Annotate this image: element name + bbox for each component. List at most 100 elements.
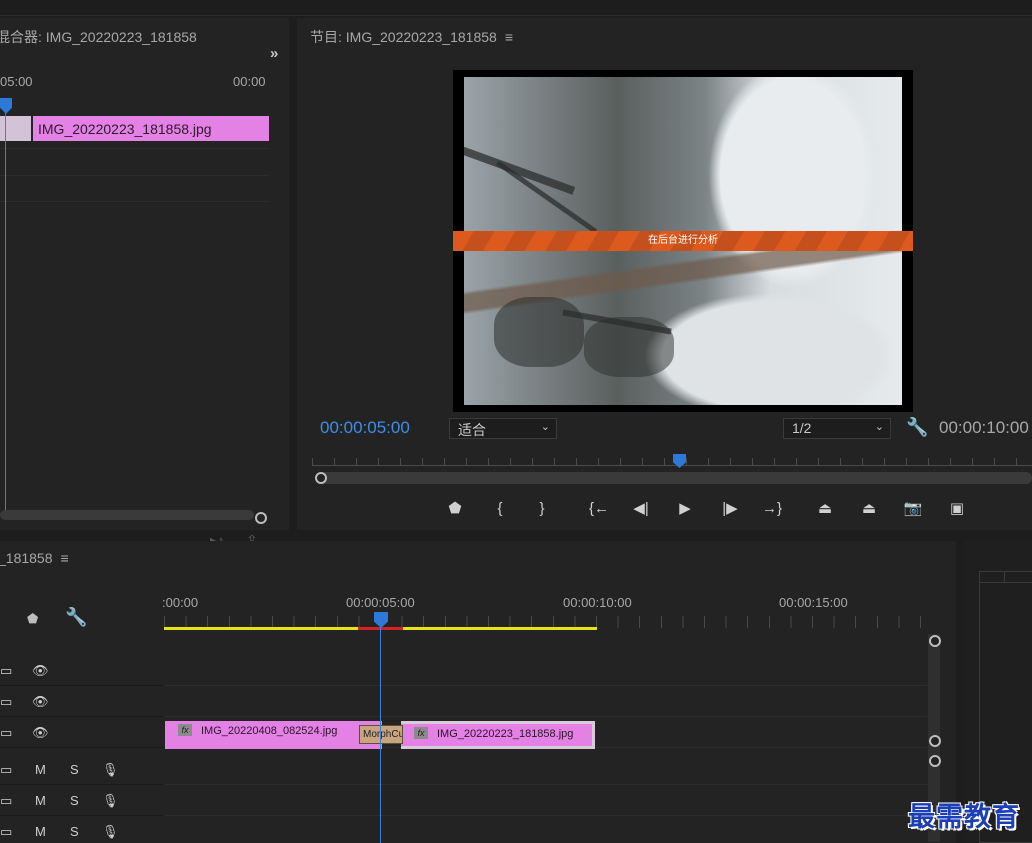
panel-title[interactable]: 节目: IMG_20220223_181858 ≡ [310, 20, 513, 54]
film-icon[interactable]: ▭ [0, 725, 12, 741]
mute-button[interactable]: M [35, 762, 46, 777]
wrench-icon[interactable]: 🔧 [65, 607, 87, 628]
eye-icon[interactable]: 👁 [32, 725, 49, 741]
film-icon[interactable]: ▭ [0, 793, 12, 809]
panel-menu-icon[interactable]: ≡ [505, 29, 513, 45]
microphone-icon[interactable]: 🎙 [102, 793, 119, 809]
divider [0, 175, 269, 176]
mute-button[interactable]: M [35, 824, 46, 839]
program-title: 节目: IMG_20220223_181858 [310, 29, 497, 45]
morphcut-transition[interactable]: MorphCut [359, 725, 403, 744]
duration-timecode: 00:00:10:00 [939, 418, 1029, 437]
zoom-knob[interactable] [255, 512, 267, 524]
step-back-icon[interactable]: ◀| [628, 498, 654, 520]
timeline-clip[interactable]: fx IMG_20220223_181858.jpg [401, 721, 595, 749]
top-strip [0, 0, 1032, 16]
extract-icon[interactable]: ⏏ [856, 498, 882, 520]
solo-button[interactable]: S [70, 824, 79, 839]
track-a3[interactable] [164, 817, 927, 843]
lift-icon[interactable]: ⏏ [812, 498, 838, 520]
mute-button[interactable]: M [35, 793, 46, 808]
watermark-logo: 最需教育 [908, 802, 1020, 833]
clip-name: IMG_20220408_082524.jpg [201, 725, 338, 737]
add-marker-icon[interactable]: ⬟ [442, 498, 468, 520]
clip-name: IMG_20220223_181858.jpg [437, 728, 574, 740]
more-panels-icon[interactable]: » [270, 45, 278, 62]
scrollbar-knob[interactable] [929, 755, 941, 767]
film-icon[interactable]: ▭ [0, 824, 12, 840]
track-header-a1[interactable]: ▭ M S 🎙 [0, 755, 163, 785]
chevron-down-icon: ⌄ [540, 421, 550, 433]
panel-menu-icon[interactable]: ≡ [61, 550, 69, 566]
film-icon[interactable]: ▭ [0, 663, 12, 679]
export-frame-icon[interactable]: 📷 [900, 498, 926, 520]
playhead-line [5, 98, 6, 510]
eye-icon[interactable]: 👁 [32, 694, 49, 710]
horizontal-scrollbar[interactable] [0, 510, 254, 520]
program-monitor-panel: 节目: IMG_20220223_181858 ≡ 在后台进行分析 00:00:… [297, 18, 1032, 530]
step-forward-icon[interactable]: |▶ [717, 498, 743, 520]
timeline-panel: _181858 ≡ ⬟ 🔧 :00:00 00:00:05:00 00:00:1… [0, 541, 956, 843]
track-v3[interactable] [164, 656, 927, 686]
tree-silhouette [584, 317, 674, 377]
solo-button[interactable]: S [70, 793, 79, 808]
playhead-handle[interactable] [0, 98, 12, 114]
ruler-tick-label: 00:00:10:00 [563, 595, 632, 610]
panel-title[interactable]: 混合器: IMG_20220223_181858 [0, 20, 197, 54]
tree-branch [495, 160, 598, 234]
track-header-a2[interactable]: ▭ M S 🎙 [0, 786, 163, 816]
track-a2[interactable] [164, 786, 927, 816]
fx-badge[interactable]: fx [178, 724, 192, 736]
track-header-v3[interactable]: ▭ 👁 [0, 656, 163, 686]
ruler-end-label: 00:00 [233, 74, 266, 89]
resolution-value: 1/2 [792, 420, 812, 436]
divider [0, 201, 269, 202]
ruler-tick-label: 00:00:05:00 [346, 595, 415, 610]
solo-button[interactable]: S [70, 762, 79, 777]
mark-out-icon[interactable]: } [529, 498, 555, 520]
go-to-in-icon[interactable]: {← [586, 498, 612, 520]
microphone-icon[interactable]: 🎙 [102, 824, 119, 840]
chevron-down-icon: ⌄ [874, 421, 884, 433]
timeline-clip[interactable]: fx IMG_20220408_082524.jpg [165, 721, 382, 749]
meter-header [979, 571, 1032, 583]
source-clip[interactable]: IMG_20220223_181858.jpg [33, 116, 269, 141]
zoom-level-value: 适合 [458, 422, 486, 438]
eye-icon[interactable]: 👁 [32, 663, 49, 679]
track-header-v2[interactable]: ▭ 👁 [0, 687, 163, 717]
playhead-line [380, 627, 381, 843]
track-header-a3[interactable]: ▭ M S 🎙 [0, 817, 163, 843]
playback-resolution-select[interactable]: 1/2 ⌄ [783, 418, 891, 439]
scrollbar-knob[interactable] [929, 635, 941, 647]
comparison-view-icon[interactable]: ▣ [944, 498, 970, 520]
play-icon[interactable]: ▶ [672, 498, 698, 520]
add-marker-icon[interactable]: ⬟ [27, 611, 38, 627]
tree-silhouette [494, 297, 584, 367]
microphone-icon[interactable]: 🎙 [102, 762, 119, 778]
sequence-title: _181858 [0, 550, 53, 566]
track-header-v1[interactable]: ▭ 👁 [0, 718, 163, 748]
video-preview[interactable]: 在后台进行分析 [453, 70, 913, 412]
monitor-zoom-scrollbar[interactable] [315, 472, 1032, 484]
go-to-out-icon[interactable]: →} [759, 498, 785, 520]
playhead-timecode[interactable]: 00:00:05:00 [320, 418, 410, 438]
track-a1[interactable] [164, 755, 927, 785]
ruler-tick-label: :00:00 [162, 595, 199, 610]
track-v2[interactable] [164, 687, 927, 717]
fx-badge[interactable]: fx [414, 727, 428, 739]
timeline-tab[interactable]: _181858 ≡ [0, 541, 69, 575]
monitor-time-ruler[interactable] [312, 458, 1032, 466]
tree-branch [464, 139, 576, 195]
zoom-level-select[interactable]: 适合 ⌄ [449, 418, 557, 439]
scrollbar-knob[interactable] [315, 472, 327, 484]
film-icon[interactable]: ▭ [0, 694, 12, 710]
ruler-tick-label: 00:00:15:00 [779, 595, 848, 610]
ruler-start-label: 05:00 [0, 74, 33, 89]
divider [0, 148, 269, 149]
scrollbar-knob[interactable] [929, 735, 941, 747]
film-icon[interactable]: ▭ [0, 762, 12, 778]
mark-in-icon[interactable]: { [487, 498, 513, 520]
wrench-icon[interactable]: 🔧 [906, 417, 928, 438]
audio-clip-mixer-panel: 混合器: IMG_20220223_181858 » 05:00 00:00 I… [0, 18, 289, 548]
meter-divider [1004, 571, 1005, 583]
